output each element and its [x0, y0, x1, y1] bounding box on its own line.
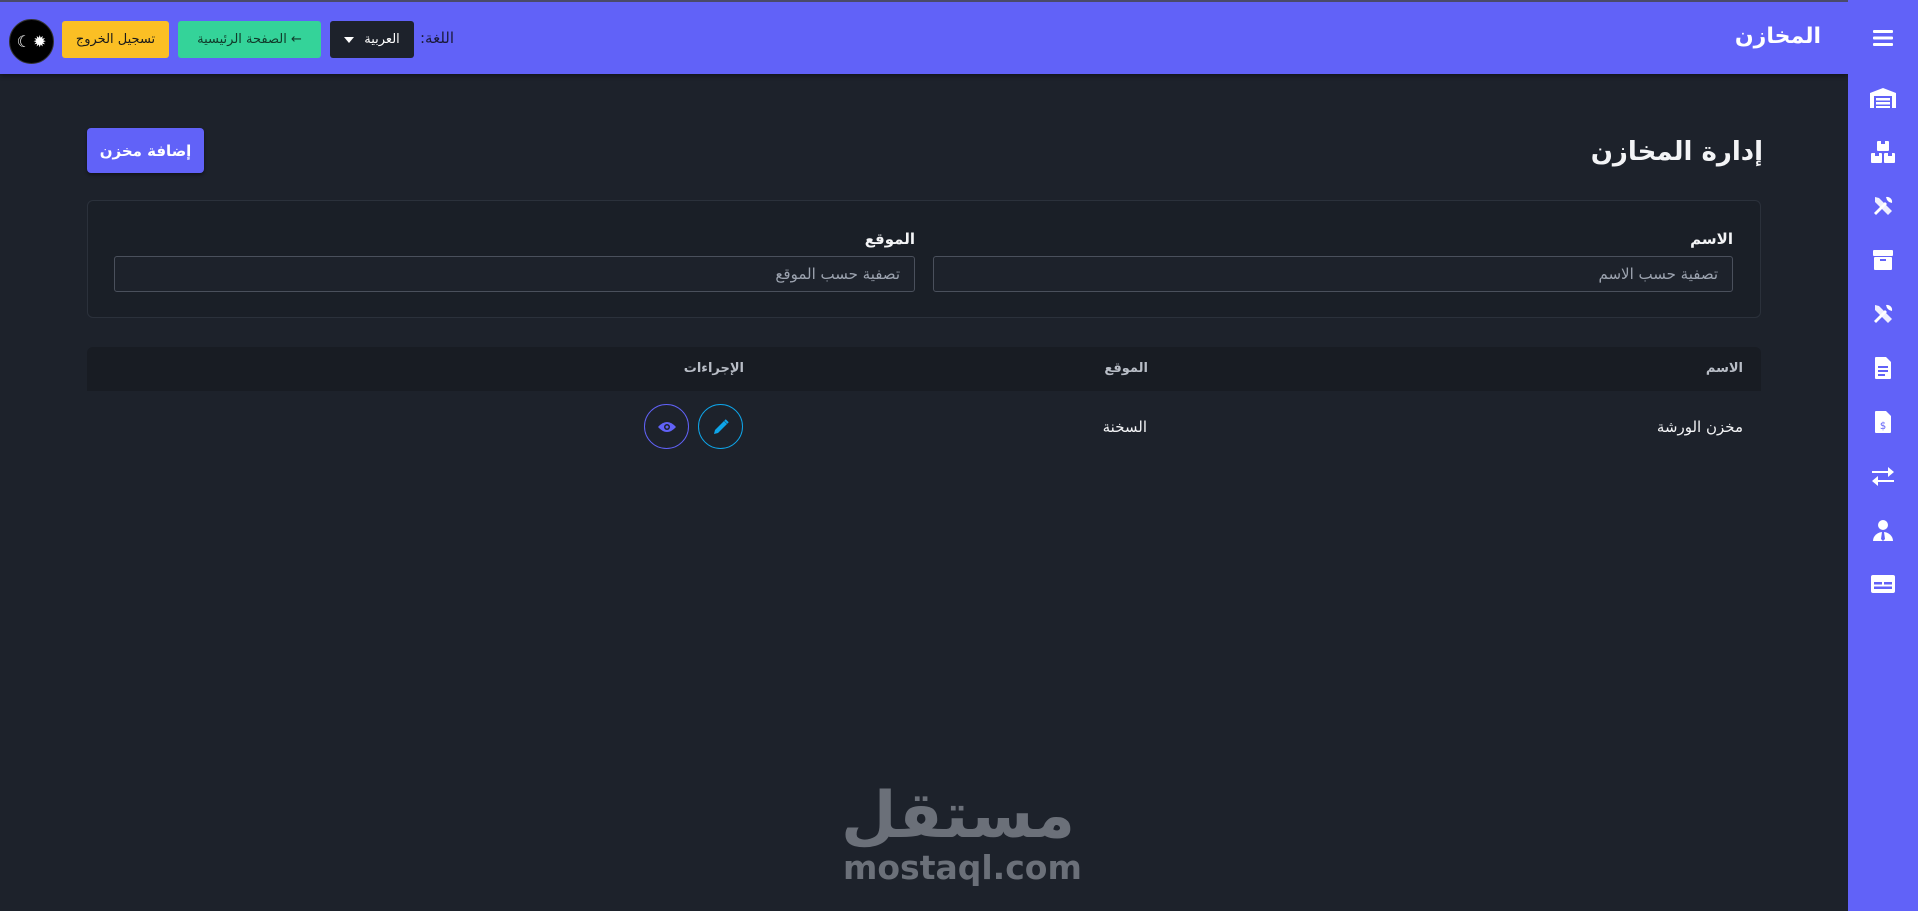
sidebar-item-transfers[interactable]	[1865, 460, 1901, 492]
name-filter-label: الاسم	[1690, 230, 1733, 248]
top-bar: ☾ ✹ تسجيل الخروج ← الصفحة الرئيسية العرب…	[0, 0, 1848, 74]
main-title: إدارة المخازن	[1590, 137, 1763, 167]
sidebar-item-warehouses[interactable]	[1865, 82, 1901, 114]
column-header-actions: الإجراءات	[683, 361, 744, 376]
location-filter-label: الموقع	[864, 230, 915, 248]
add-warehouse-button[interactable]: إضافة مخزن	[87, 128, 204, 173]
id-card-icon	[1871, 575, 1895, 593]
table-header: الاسم الموقع الإجراءات	[87, 347, 1761, 391]
moon-icon: ☾	[16, 32, 31, 51]
warehouse-location-cell: السخنة	[1102, 418, 1147, 436]
language-label: اللغة:	[420, 29, 455, 47]
language-value: العربية	[364, 32, 400, 47]
location-filter-input[interactable]	[114, 256, 915, 292]
caret-down-icon	[344, 36, 355, 43]
warehouse-icon	[1870, 88, 1896, 108]
user-tie-icon	[1873, 520, 1893, 541]
warehouse-name-cell: مخزن الورشة	[1656, 418, 1743, 436]
sidebar: $	[1848, 0, 1918, 911]
invoice-icon	[1875, 357, 1891, 379]
sidebar-menu-toggle[interactable]	[1865, 22, 1901, 54]
theme-toggle-button[interactable]: ☾ ✹	[9, 19, 54, 64]
watermark-latin: mostaql.com	[843, 848, 1082, 887]
box-open-icon	[1873, 250, 1893, 270]
boxes-icon	[1871, 141, 1895, 163]
sun-icon: ✹	[32, 32, 47, 51]
tools-icon	[1874, 304, 1893, 323]
sidebar-item-products[interactable]	[1865, 136, 1901, 168]
sidebar-item-employees[interactable]	[1865, 514, 1901, 546]
invoice-dollar-icon: $	[1875, 411, 1891, 433]
column-header-location: الموقع	[1104, 361, 1148, 376]
name-filter-input[interactable]	[933, 256, 1733, 292]
sidebar-item-packages[interactable]	[1865, 244, 1901, 276]
tools-icon	[1874, 196, 1893, 215]
watermark-logo: مستقل mostaql.com	[840, 779, 1082, 887]
language-select[interactable]: العربية	[330, 21, 414, 58]
logout-button[interactable]: تسجيل الخروج	[62, 21, 169, 58]
svg-text:$: $	[1880, 421, 1886, 432]
view-button[interactable]	[644, 404, 689, 449]
eye-icon	[657, 421, 676, 432]
page-title: المخازن	[1734, 24, 1821, 49]
column-header-name: الاسم	[1705, 361, 1743, 376]
sidebar-item-invoices[interactable]	[1865, 352, 1901, 384]
pencil-icon	[713, 418, 729, 434]
home-button[interactable]: ← الصفحة الرئيسية	[178, 21, 321, 58]
filter-card: الاسم الموقع	[87, 200, 1761, 318]
sidebar-item-tools[interactable]	[1865, 190, 1901, 222]
transfer-icon	[1872, 467, 1894, 486]
sidebar-item-id-cards[interactable]	[1865, 568, 1901, 600]
menu-icon	[1873, 30, 1893, 46]
watermark-arabic: مستقل	[840, 779, 1075, 853]
sidebar-item-payments[interactable]: $	[1865, 406, 1901, 438]
sidebar-item-maintenance[interactable]	[1865, 298, 1901, 330]
edit-button[interactable]	[698, 404, 743, 449]
